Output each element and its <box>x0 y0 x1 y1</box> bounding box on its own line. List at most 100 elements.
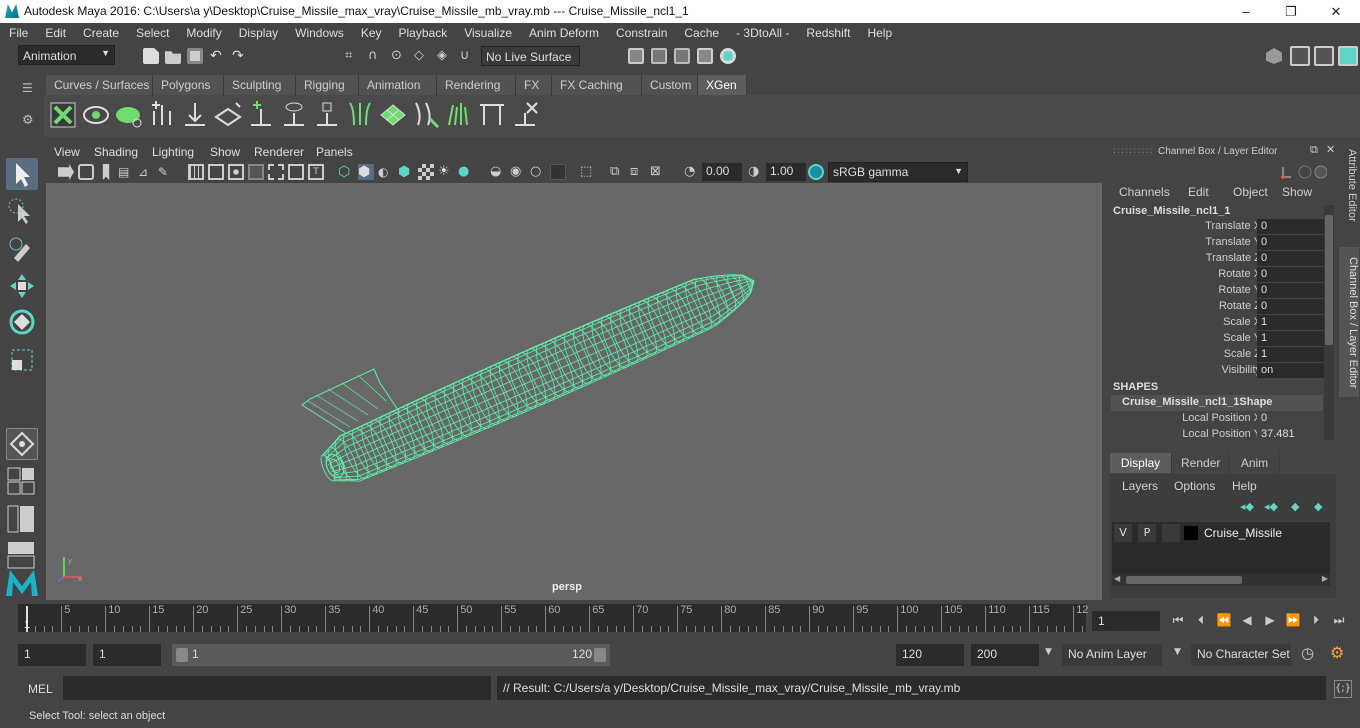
command-language-label[interactable]: MEL <box>28 682 53 696</box>
shelf-tab-sculpting[interactable]: Sculpting <box>224 75 296 95</box>
menu-windows[interactable]: Windows <box>286 23 352 40</box>
layer-name[interactable]: Cruise_Missile <box>1204 526 1282 540</box>
four-view-layout-button[interactable] <box>6 466 38 498</box>
grid-2d-pan-icon[interactable]: ⊿ <box>138 164 154 180</box>
image-plane-icon[interactable]: ▤ <box>118 164 134 180</box>
move-layer-down-icon[interactable]: ◂◆ <box>1264 500 1278 513</box>
time-slider[interactable]: 5 10 15 20 25 30 35 40 45 50 55 60 65 70 75 80 85 90 95 100… <box>18 604 1088 632</box>
channel-box-scrollbar[interactable] <box>1324 205 1334 440</box>
new-layer-icon[interactable]: ◆ <box>1291 500 1299 513</box>
anim-layer-field[interactable]: No Anim Layer <box>1062 644 1162 666</box>
perspective-viewport[interactable]: y x persp <box>46 183 1102 600</box>
step-back-key-icon[interactable]: ⏪ <box>1216 612 1232 628</box>
place-guide-icon[interactable] <box>181 101 209 129</box>
shelf-menu-icon[interactable]: ☰ <box>22 81 33 95</box>
grid-toggle-icon[interactable] <box>188 164 204 180</box>
workspace-icon[interactable] <box>1266 48 1282 64</box>
layer-tab-display[interactable]: Display <box>1110 453 1172 473</box>
bookmark-icon[interactable] <box>102 164 110 180</box>
isolate-select-icon[interactable]: ⬚ <box>580 164 596 180</box>
ipr-render-icon[interactable] <box>674 48 690 64</box>
delete-guide-icon[interactable] <box>511 101 539 129</box>
move-tool-button[interactable] <box>6 270 38 302</box>
menu-visualize[interactable]: Visualize <box>455 23 520 40</box>
depth-of-field-icon[interactable] <box>550 164 566 180</box>
select-tool-button[interactable] <box>6 158 38 190</box>
menu-help[interactable]: Help <box>858 23 900 40</box>
scroll-right-icon[interactable]: ▶ <box>1322 574 1328 583</box>
default-material-icon[interactable]: ⬢ <box>398 164 414 180</box>
scrollbar-thumb[interactable] <box>1325 215 1333 345</box>
menu-redshift[interactable]: Redshift <box>797 23 858 40</box>
menu-modify[interactable]: Modify <box>177 23 229 40</box>
colorspace-dropdown[interactable]: sRGB gamma ▼ <box>828 162 968 182</box>
shelf-tab-animation[interactable]: Animation <box>359 75 437 95</box>
wireframe-on-shaded-icon[interactable]: ◐ <box>378 164 394 180</box>
field-chart-icon[interactable] <box>268 164 284 180</box>
guide-tool-a-icon[interactable] <box>247 101 275 129</box>
live-surface-field[interactable]: No Live Surface <box>481 46 580 66</box>
layer-color-swatch[interactable] <box>1184 526 1198 540</box>
range-start-handle[interactable] <box>176 648 188 662</box>
undo-icon[interactable]: ↶ <box>210 48 226 64</box>
layer-tab-render[interactable]: Render <box>1173 453 1229 473</box>
attr-row-rotate-z[interactable]: Rotate Z0 <box>1105 299 1327 315</box>
channels-menu[interactable]: Channels <box>1119 185 1170 199</box>
shadows-icon[interactable]: ● <box>458 164 474 180</box>
layer-scroll-thumb[interactable] <box>1126 576 1242 584</box>
magnet-icon[interactable]: ∪ <box>460 48 476 64</box>
animation-start-field[interactable]: 1 <box>18 644 86 666</box>
hair-grass-icon[interactable] <box>445 101 473 129</box>
add-guide-icon[interactable] <box>148 101 176 129</box>
animation-preferences-icon[interactable]: ⚙ <box>1330 643 1344 662</box>
layer-playback-toggle[interactable]: P <box>1138 524 1156 542</box>
shelf-tab-rendering[interactable]: Rendering <box>437 75 516 95</box>
camera-attributes-icon[interactable] <box>78 164 94 180</box>
toggle-tool-settings-icon[interactable] <box>1314 46 1334 66</box>
minimize-button[interactable]: – <box>1223 0 1269 23</box>
go-to-end-icon[interactable]: ⏭ <box>1331 612 1347 628</box>
menu-create[interactable]: Create <box>74 23 127 40</box>
layer-visibility-toggle[interactable]: V <box>1114 524 1132 542</box>
menu-edit[interactable]: Edit <box>36 23 74 40</box>
toggle-channel-box-icon[interactable] <box>1338 46 1358 66</box>
shape-name-row[interactable]: Cruise_Missile_ncl1_1Shape <box>1111 395 1323 411</box>
snap-surface-icon[interactable]: ◈ <box>437 48 453 64</box>
xray-components-icon[interactable]: ⊠ <box>650 164 666 180</box>
resolution-gate-icon[interactable] <box>228 164 244 180</box>
grid-mesh-icon[interactable] <box>379 101 407 129</box>
play-forwards-icon[interactable]: ▶ <box>1262 612 1278 628</box>
scale-tool-button[interactable] <box>6 344 38 376</box>
menu-anim-deform[interactable]: Anim Deform <box>520 23 607 40</box>
show-menu[interactable]: Show <box>1282 185 1312 199</box>
range-end-handle[interactable] <box>594 648 606 662</box>
ambient-occlusion-icon[interactable]: ◒ <box>490 164 506 180</box>
guide-curves-icon[interactable] <box>346 101 374 129</box>
layer-horizontal-scrollbar[interactable]: ◀ ▶ <box>1112 574 1330 586</box>
chevron-down-icon[interactable]: ▼ <box>1174 647 1181 657</box>
script-editor-icon[interactable]: {;} <box>1334 680 1352 698</box>
layer-row-cruise-missile[interactable]: V P Cruise_Missile <box>1112 524 1330 542</box>
chevron-down-icon[interactable]: ▼ <box>1045 647 1052 657</box>
xgen-editor-icon[interactable] <box>49 101 77 129</box>
object-menu[interactable]: Object <box>1233 185 1268 199</box>
current-frame-field[interactable]: 1 <box>1092 611 1160 631</box>
layer-display-type-toggle[interactable] <box>1162 524 1180 542</box>
go-to-start-icon[interactable]: ⏮ <box>1170 612 1186 628</box>
xray-icon[interactable]: ⧉ <box>610 164 626 180</box>
character-set-field[interactable]: No Character Set <box>1191 644 1291 666</box>
layers-menu[interactable]: Layers <box>1122 479 1158 493</box>
step-forward-key-icon[interactable]: ⏩ <box>1285 612 1301 628</box>
viewport-menu-show[interactable]: Show <box>210 145 240 159</box>
menu-select[interactable]: Select <box>127 23 177 40</box>
attr-row-translate-x[interactable]: Translate X0 <box>1105 219 1327 235</box>
clear-preview-leaf-icon[interactable] <box>115 101 143 129</box>
maya-home-button[interactable] <box>4 568 40 598</box>
anti-aliasing-icon[interactable]: ○ <box>530 164 546 180</box>
shelf-tab-polygons[interactable]: Polygons <box>153 75 224 95</box>
hypershade-icon[interactable] <box>720 48 736 64</box>
mode-dropdown[interactable]: Animation ▼ <box>18 45 115 65</box>
new-layer-selected-icon[interactable]: ◆ <box>1314 500 1322 513</box>
options-menu[interactable]: Options <box>1174 479 1215 493</box>
step-forward-frame-icon[interactable]: ⏵ <box>1308 612 1324 628</box>
